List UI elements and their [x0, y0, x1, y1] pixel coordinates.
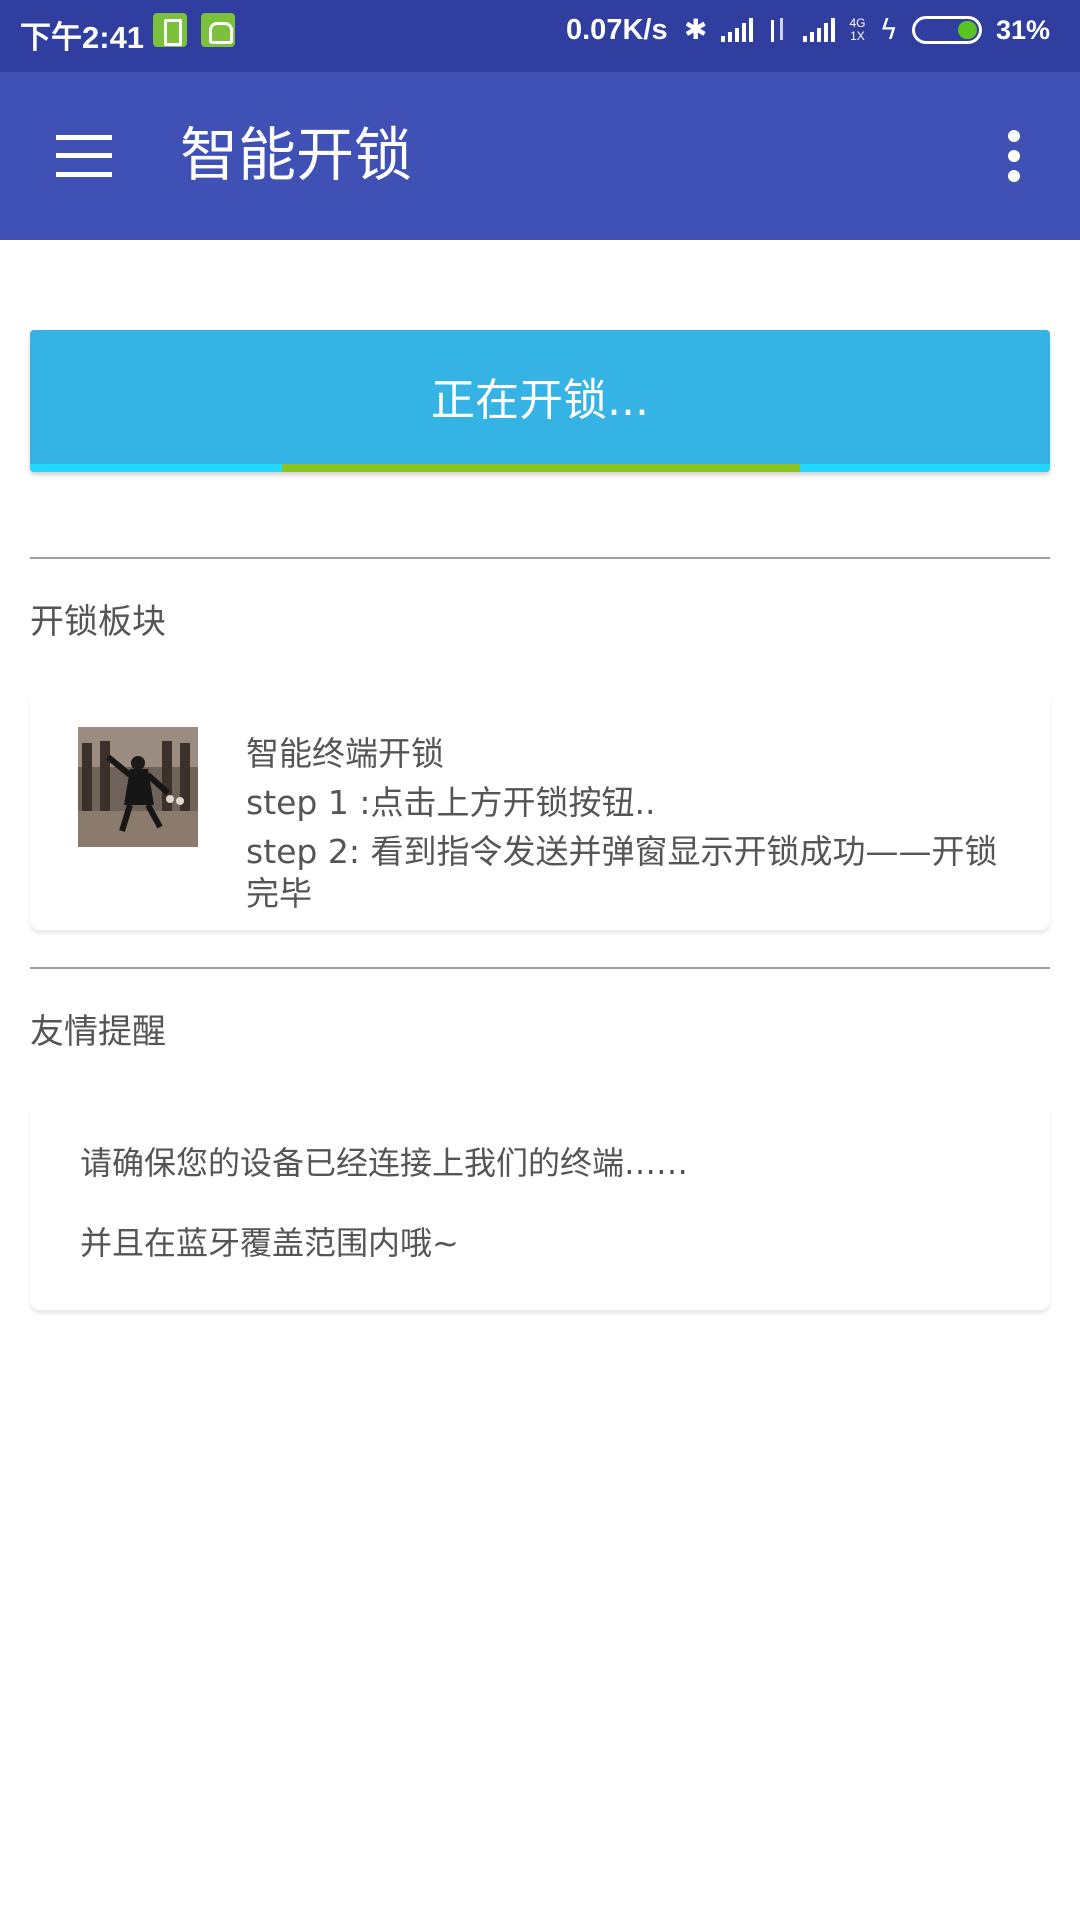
unlock-thumbnail-image — [78, 727, 198, 847]
reminder-line-1: 请确保您的设备已经连接上我们的终端…… — [80, 1144, 689, 1182]
divider — [30, 967, 1050, 969]
network-speed: 0.07K/s — [566, 14, 668, 46]
unlock-progress-track — [30, 464, 1050, 472]
signal-strength-secondary-icon — [803, 18, 836, 42]
unlock-button[interactable]: 正在开锁... — [30, 330, 1050, 472]
unlock-item-title: 智能终端开锁 — [246, 734, 444, 773]
bluetooth-icon: ✱ — [684, 13, 708, 46]
charging-bolt-icon: ϟ — [879, 13, 898, 46]
battery-percent: 31% — [995, 14, 1051, 45]
signal-strength-icon — [721, 18, 754, 42]
section-heading-reminder: 友情提醒 — [30, 1012, 166, 1052]
unlock-step-2-line2: 完毕 — [246, 874, 312, 913]
reminder-line-2: 并且在蓝牙覆盖范围内哦~ — [80, 1224, 459, 1262]
data-activity-icon — [767, 16, 789, 44]
unlock-step-2-line1: step 2: 看到指令发送并弹窗显示开锁成功——开锁 — [246, 832, 998, 871]
section-heading-unlock: 开锁板块 — [30, 602, 166, 642]
network-type-label: 4G 1X — [849, 17, 865, 43]
battery-fill — [957, 21, 977, 39]
hamburger-menu-icon[interactable] — [56, 135, 112, 177]
network-type-bottom: 1X — [850, 29, 865, 43]
page-title: 智能开锁 — [180, 121, 413, 189]
android-app-icon — [201, 13, 235, 47]
battery-app-icon — [153, 13, 187, 47]
status-bar: 下午2:41 0.07K/s ✱ 4G 1X ϟ 31% — [0, 0, 1080, 72]
status-time: 下午2:41 — [20, 20, 145, 55]
divider — [30, 557, 1050, 559]
battery-icon — [911, 16, 982, 44]
reminder-card — [30, 1100, 1050, 1310]
unlock-step-1: step 1 :点击上方开锁按钮.. — [246, 783, 656, 822]
unlock-button-label: 正在开锁... — [431, 375, 649, 426]
unlock-progress-bar — [282, 464, 800, 472]
app-bar: 智能开锁 — [0, 72, 1080, 240]
more-vert-icon[interactable] — [1002, 130, 1026, 182]
